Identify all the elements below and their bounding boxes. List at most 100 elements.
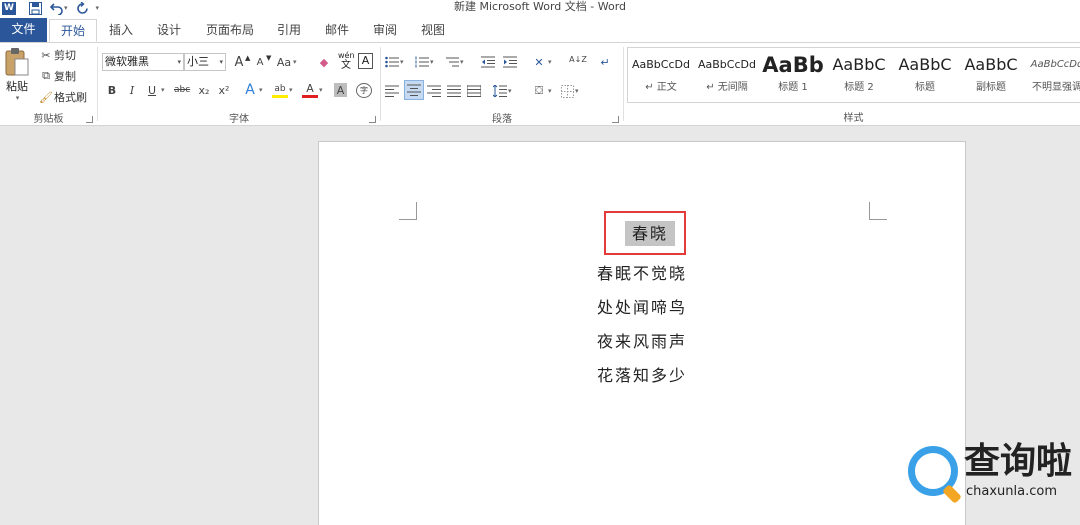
customize-qat-icon[interactable]: ▾ bbox=[96, 4, 100, 12]
font-group-label: 字体 bbox=[229, 114, 249, 125]
enclose-characters-button[interactable]: 字 bbox=[356, 80, 372, 100]
style-normal[interactable]: AaBbCcDd ↵ 正文 bbox=[628, 48, 694, 102]
sort-button[interactable]: A↓Z bbox=[569, 50, 587, 70]
tab-design[interactable]: 设计 bbox=[148, 19, 190, 42]
watermark: 查询啦 chaxunla.com bbox=[906, 440, 1076, 504]
clipboard-launcher-icon[interactable] bbox=[86, 116, 93, 123]
align-center-button[interactable] bbox=[404, 80, 424, 100]
text-effects-button[interactable]: A ▾ bbox=[242, 80, 262, 100]
clipboard-group: 粘贴 ▾ ✂ 剪切 ⧉ 复制 🖌 格式刷 剪贴板 bbox=[0, 43, 97, 126]
ribbon-tabs: 文件 开始 插入 设计 页面布局 引用 邮件 审阅 视图 bbox=[0, 16, 1080, 42]
phonetic-guide-button[interactable]: wén 文 bbox=[338, 51, 355, 73]
undo-dropdown-icon[interactable]: ▾ bbox=[64, 4, 68, 12]
strikethrough-button[interactable]: abc bbox=[174, 80, 190, 100]
style-name: 副标题 bbox=[976, 82, 1006, 93]
increase-indent-button[interactable] bbox=[503, 52, 517, 72]
poem-title-selected[interactable]: 春晓 bbox=[625, 221, 675, 246]
tab-review[interactable]: 审阅 bbox=[364, 19, 406, 42]
numbering-button[interactable]: ▾ bbox=[415, 52, 434, 72]
text-effects-icon: A bbox=[245, 82, 255, 98]
clear-formatting-button[interactable]: ◆ bbox=[316, 52, 332, 72]
character-border-button[interactable]: A bbox=[358, 53, 373, 69]
line-spacing-button[interactable]: ▾ bbox=[493, 81, 512, 101]
distributed-button[interactable] bbox=[467, 81, 481, 101]
font-color-button[interactable]: A ▾ bbox=[302, 80, 323, 100]
tab-home[interactable]: 开始 bbox=[49, 19, 97, 42]
paragraph-launcher-icon[interactable] bbox=[612, 116, 619, 123]
sort-icon: A↓Z bbox=[569, 55, 587, 64]
style-name: 标题 bbox=[915, 82, 935, 93]
tab-insert[interactable]: 插入 bbox=[100, 19, 142, 42]
subscript-button[interactable]: x₂ bbox=[196, 80, 212, 100]
poem-line-2[interactable]: 处处闻啼鸟 bbox=[319, 294, 965, 318]
italic-icon: I bbox=[129, 83, 135, 97]
save-icon bbox=[28, 1, 42, 15]
change-case-button[interactable]: Aa ▾ bbox=[276, 52, 297, 72]
copy-button[interactable]: ⧉ 复制 bbox=[38, 66, 76, 86]
style-name: ↵ 正文 bbox=[645, 82, 677, 93]
align-right-icon bbox=[427, 85, 441, 97]
undo-icon bbox=[50, 2, 63, 15]
paint-bucket-icon: ⛋ bbox=[534, 84, 544, 97]
underline-button[interactable]: U ▾ bbox=[144, 80, 165, 100]
tab-mailings[interactable]: 邮件 bbox=[316, 19, 358, 42]
font-size-value: 小三 bbox=[187, 55, 209, 68]
italic-button[interactable]: I bbox=[124, 80, 140, 100]
style-preview: AaBbC bbox=[898, 55, 952, 74]
increase-indent-icon bbox=[503, 56, 517, 68]
tab-references[interactable]: 引用 bbox=[268, 19, 310, 42]
poem-line-1[interactable]: 春眠不觉晓 bbox=[319, 260, 965, 284]
decrease-indent-button[interactable] bbox=[481, 52, 495, 72]
style-heading-1[interactable]: AaBb 标题 1 bbox=[760, 48, 826, 102]
bullets-button[interactable]: ▾ bbox=[385, 52, 404, 72]
cut-button[interactable]: ✂ 剪切 bbox=[38, 45, 76, 65]
font-name-select[interactable]: 微软雅黑 ▾ bbox=[102, 53, 184, 71]
style-subtitle[interactable]: AaBbC 副标题 bbox=[958, 48, 1024, 102]
paste-button[interactable]: 粘贴 ▾ bbox=[2, 47, 32, 105]
paste-label: 粘贴 bbox=[6, 80, 28, 93]
tab-layout[interactable]: 页面布局 bbox=[198, 19, 262, 42]
align-left-button[interactable] bbox=[385, 81, 399, 101]
multilevel-list-button[interactable]: ▾ bbox=[445, 52, 464, 72]
poem-line-3[interactable]: 夜来风雨声 bbox=[319, 328, 965, 352]
justify-button[interactable] bbox=[447, 81, 461, 101]
grow-font-button[interactable]: A ▲ bbox=[231, 52, 251, 72]
redo-button[interactable] bbox=[74, 0, 92, 16]
paste-icon bbox=[5, 48, 29, 76]
superscript-button[interactable]: x² bbox=[216, 80, 232, 100]
subscript-icon: x₂ bbox=[198, 83, 210, 97]
style-name: 不明显强调 bbox=[1032, 82, 1080, 93]
highlight-button[interactable]: ab ▾ bbox=[272, 80, 293, 100]
style-no-spacing[interactable]: AaBbCcDd ↵ 无间隔 bbox=[694, 48, 760, 102]
character-shading-button[interactable]: A bbox=[334, 80, 347, 100]
style-heading-2[interactable]: AaBbC 标题 2 bbox=[826, 48, 892, 102]
title-bar: W ▾ ▾ 新建 Microsoft Word 文档 - Word bbox=[0, 0, 1080, 16]
save-button[interactable] bbox=[26, 0, 44, 16]
paste-dropdown-icon: ▾ bbox=[15, 94, 20, 102]
quick-access-toolbar: W ▾ ▾ bbox=[0, 0, 99, 16]
format-painter-button[interactable]: 🖌 格式刷 bbox=[38, 87, 87, 107]
tab-file[interactable]: 文件 bbox=[0, 18, 47, 42]
document-page[interactable]: 春晓 春眠不觉晓 处处闻啼鸟 夜来风雨声 花落知多少 bbox=[318, 141, 966, 525]
poem-line-4[interactable]: 花落知多少 bbox=[319, 362, 965, 386]
tab-view[interactable]: 视图 bbox=[412, 19, 454, 42]
margin-corner-mark bbox=[869, 202, 887, 220]
font-size-select[interactable]: 小三 ▾ bbox=[184, 53, 226, 71]
font-launcher-icon[interactable] bbox=[369, 116, 376, 123]
bold-button[interactable]: B bbox=[104, 80, 120, 100]
style-title[interactable]: AaBbC 标题 bbox=[892, 48, 958, 102]
style-name: ↵ 无间隔 bbox=[706, 82, 748, 93]
divider bbox=[623, 47, 624, 121]
styles-gallery: AaBbCcDd ↵ 正文 AaBbCcDd ↵ 无间隔 AaBb 标题 1 A… bbox=[627, 47, 1080, 103]
clipboard-group-label: 剪贴板 bbox=[33, 114, 64, 125]
align-right-button[interactable] bbox=[427, 81, 441, 101]
style-name: 标题 2 bbox=[844, 82, 874, 93]
asian-layout-button[interactable]: ✕ ▾ bbox=[531, 52, 551, 72]
word-app-icon[interactable]: W bbox=[0, 0, 18, 16]
show-marks-button[interactable]: ↵ bbox=[597, 52, 613, 72]
style-subtle-emphasis[interactable]: AaBbCcDd 不明显强调 bbox=[1024, 48, 1080, 102]
shading-button[interactable]: ⛋ ▾ bbox=[531, 81, 552, 101]
bullets-icon bbox=[385, 56, 399, 68]
borders-button[interactable]: ▾ bbox=[561, 81, 579, 101]
shrink-font-button[interactable]: A ▼ bbox=[252, 52, 272, 72]
